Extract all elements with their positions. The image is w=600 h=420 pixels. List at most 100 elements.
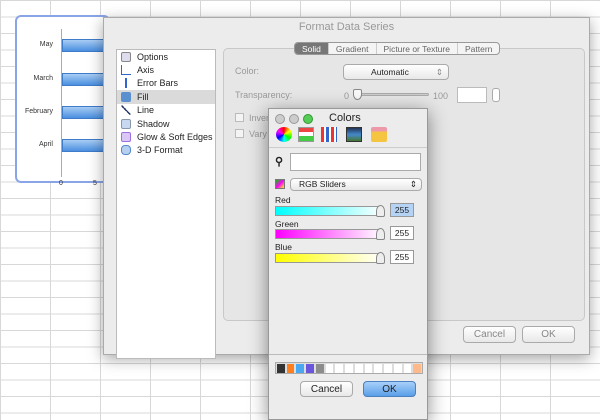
search-input[interactable] bbox=[290, 153, 421, 171]
red-slider[interactable] bbox=[275, 205, 385, 217]
divider bbox=[269, 147, 427, 148]
transparency-max: 100 bbox=[433, 91, 449, 101]
color-label: Color: bbox=[235, 66, 260, 76]
color-swatch[interactable] bbox=[393, 364, 402, 373]
color-swatch-icon bbox=[275, 179, 285, 189]
search-icon: ⚲ bbox=[275, 156, 284, 168]
sidebar-item-label: Options bbox=[137, 51, 169, 62]
line-icon bbox=[121, 105, 131, 116]
color-swatch[interactable] bbox=[335, 364, 344, 373]
blue-slider[interactable] bbox=[275, 252, 385, 264]
sidebar-item-label: Error Bars bbox=[137, 78, 179, 89]
color-swatch[interactable] bbox=[296, 364, 305, 373]
invert-label: Inver bbox=[249, 113, 270, 123]
transparency-input[interactable] bbox=[457, 87, 487, 103]
shadow-icon bbox=[121, 118, 131, 129]
color-swatch[interactable] bbox=[277, 364, 285, 373]
color-wheel-icon[interactable] bbox=[276, 127, 292, 142]
transparency-min: 0 bbox=[344, 91, 350, 101]
close-button[interactable] bbox=[275, 114, 285, 124]
chevron-updown-icon: ⇕ bbox=[435, 67, 443, 77]
category-label: May bbox=[39, 41, 53, 48]
color-dropdown[interactable]: Automatic ⇕ bbox=[343, 64, 449, 80]
sidebar-list: Options Axis Error Bars Fill Line Shadow… bbox=[116, 49, 216, 359]
color-swatch[interactable] bbox=[413, 364, 422, 373]
3d-format-icon bbox=[121, 145, 131, 156]
image-palettes-icon[interactable] bbox=[346, 127, 362, 142]
sidebar-item-3d-format[interactable]: 3-D Format bbox=[117, 144, 215, 157]
slider-thumb[interactable] bbox=[376, 252, 385, 264]
sidebar-item-label: Fill bbox=[137, 91, 149, 102]
sidebar-item-label: Line bbox=[137, 105, 155, 116]
tab-picture-texture[interactable]: Picture or Texture bbox=[377, 43, 458, 54]
sidebar-item-fill[interactable]: Fill bbox=[117, 90, 215, 104]
blue-label: Blue bbox=[275, 242, 293, 252]
chart[interactable]: May March February April 0 5 bbox=[15, 15, 122, 187]
ok-button[interactable]: OK bbox=[363, 381, 416, 397]
red-value[interactable]: 255 bbox=[390, 203, 414, 217]
color-sliders-icon[interactable] bbox=[298, 127, 314, 142]
axis-icon bbox=[121, 65, 131, 76]
green-value[interactable]: 255 bbox=[390, 226, 414, 240]
zoom-button[interactable] bbox=[303, 114, 313, 124]
slider-thumb[interactable] bbox=[376, 228, 385, 240]
sidebar-item-axis[interactable]: Axis bbox=[117, 63, 215, 76]
ok-button[interactable]: OK bbox=[522, 326, 575, 343]
invert-checkbox[interactable] bbox=[235, 113, 244, 122]
transparency-label: Transparency: bbox=[235, 90, 293, 100]
sidebar-item-label: Axis bbox=[137, 65, 155, 76]
category-label: February bbox=[24, 108, 53, 115]
glow-icon bbox=[121, 132, 131, 143]
vary-checkbox[interactable] bbox=[235, 129, 244, 138]
sidebar-item-shadow[interactable]: Shadow bbox=[117, 117, 215, 130]
fill-icon bbox=[121, 91, 131, 102]
category-label: March bbox=[33, 75, 53, 82]
blue-value[interactable]: 255 bbox=[390, 250, 414, 264]
crayons-icon[interactable] bbox=[371, 127, 387, 142]
sidebar-item-label: Glow & Soft Edges bbox=[137, 132, 213, 143]
slider-thumb[interactable] bbox=[376, 205, 385, 217]
sidebar-item-line[interactable]: Line bbox=[117, 104, 215, 117]
sidebar-item-label: Shadow bbox=[137, 118, 170, 129]
minimize-button[interactable] bbox=[289, 114, 299, 124]
color-swatch[interactable] bbox=[345, 364, 353, 373]
mode-value: RGB Sliders bbox=[299, 179, 346, 189]
green-label: Green bbox=[275, 219, 299, 229]
cancel-button[interactable]: Cancel bbox=[300, 381, 353, 397]
green-slider[interactable] bbox=[275, 228, 385, 240]
color-swatch[interactable] bbox=[354, 364, 363, 373]
color-swatch[interactable] bbox=[364, 364, 373, 373]
tab-pattern[interactable]: Pattern bbox=[458, 43, 499, 54]
mode-dropdown[interactable]: RGB Sliders ⇕ bbox=[290, 178, 422, 191]
color-swatch[interactable] bbox=[384, 364, 392, 373]
color-swatch[interactable] bbox=[374, 364, 383, 373]
category-label: April bbox=[38, 141, 53, 148]
sidebar-item-label: 3-D Format bbox=[137, 145, 183, 156]
options-icon bbox=[121, 51, 131, 62]
color-palettes-icon[interactable] bbox=[321, 127, 337, 142]
transparency-stepper[interactable] bbox=[492, 88, 500, 102]
tab-solid[interactable]: Solid bbox=[295, 43, 329, 54]
color-swatch[interactable] bbox=[325, 364, 334, 373]
color-swatch[interactable] bbox=[306, 364, 314, 373]
red-label: Red bbox=[275, 195, 291, 205]
dialog-title: Format Data Series bbox=[298, 21, 395, 33]
vary-label: Vary bbox=[249, 129, 267, 139]
sidebar-item-glow[interactable]: Glow & Soft Edges bbox=[117, 130, 215, 143]
x-tick: 5 bbox=[93, 180, 97, 187]
sidebar-item-options[interactable]: Options bbox=[117, 50, 215, 63]
tab-gradient[interactable]: Gradient bbox=[329, 43, 377, 54]
swatch-well bbox=[275, 362, 423, 374]
slider-thumb[interactable] bbox=[353, 89, 362, 100]
sidebar-item-error-bars[interactable]: Error Bars bbox=[117, 77, 215, 90]
color-swatch[interactable] bbox=[403, 364, 412, 373]
error-bars-icon bbox=[121, 78, 131, 89]
chevron-updown-icon: ⇕ bbox=[409, 179, 417, 189]
panel-title: Colors bbox=[329, 112, 361, 124]
color-swatch[interactable] bbox=[286, 364, 295, 373]
fill-tabs: Solid Gradient Picture or Texture Patter… bbox=[294, 42, 501, 55]
cancel-button[interactable]: Cancel bbox=[463, 326, 516, 343]
transparency-slider[interactable] bbox=[353, 89, 429, 100]
colors-panel: Colors ⚲ RGB Sliders ⇕ Red 255 Green 255 … bbox=[268, 108, 428, 420]
color-swatch[interactable] bbox=[315, 364, 324, 373]
